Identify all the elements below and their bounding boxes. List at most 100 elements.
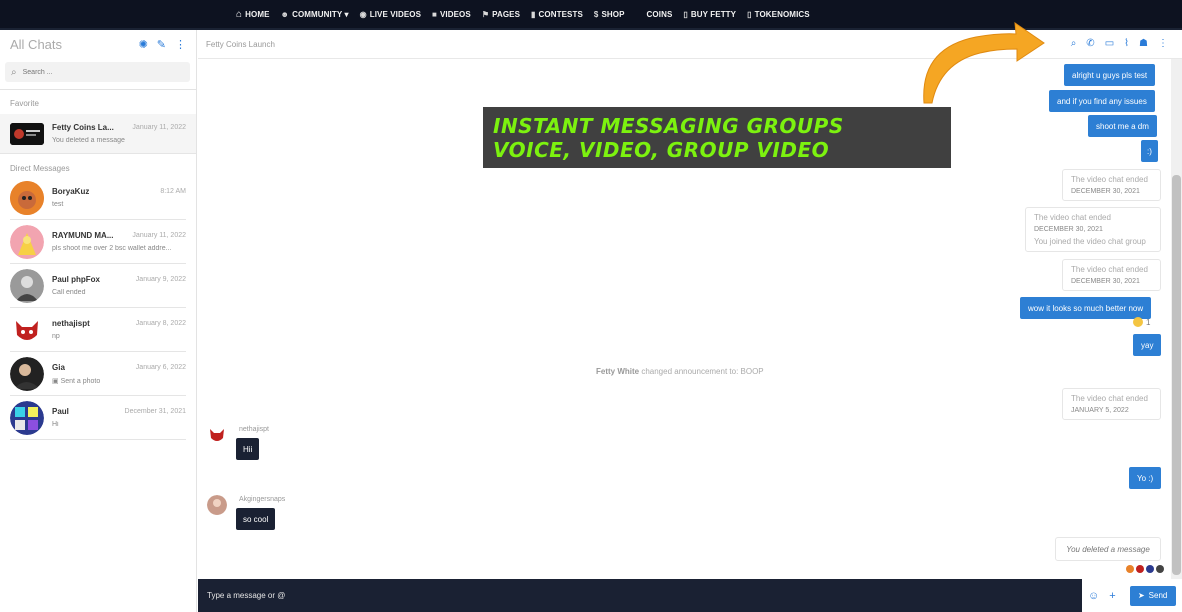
video-icon: ■ (432, 9, 437, 19)
arrow-graphic (923, 21, 1045, 104)
chat-item-fetty-coins-launch[interactable]: Fetty Coins La... January 11, 2022 You de… (0, 114, 196, 154)
community-icon: ☻ (280, 9, 290, 19)
nav-coins[interactable]: COINS (647, 10, 673, 19)
chat-name: Fetty Coins La... (52, 123, 114, 132)
message-outgoing[interactable]: yay (1133, 334, 1162, 356)
live-icon: ◉ (359, 9, 367, 19)
chat-preview: Call ended (52, 289, 86, 296)
dollar-icon: $ (593, 9, 599, 19)
nav-pages[interactable]: ⚑ PAGES (482, 10, 520, 19)
message-outgoing[interactable]: wow it looks so much better now (1020, 297, 1152, 319)
chat-name: RAYMUND MA... (52, 231, 114, 240)
nav-contests[interactable]: ▮ CONTESTS (531, 10, 583, 19)
scrollbar-thumb[interactable] (1172, 175, 1181, 575)
chat-sidebar: All Chats ✺ ✎ ⋮ ⌕ Favorite Fetty Coins L… (0, 30, 197, 612)
nav-live-videos[interactable]: ◉ LIVE VIDEOS (360, 10, 421, 19)
promo-banner: INSTANT MESSAGING GROUPS VOICE, VIDEO, G… (483, 107, 951, 168)
avatar (10, 312, 44, 347)
message-incoming[interactable]: Hii (236, 438, 260, 460)
deleted-message: You deleted a message (1055, 537, 1161, 561)
message-outgoing[interactable]: :) (1141, 140, 1158, 162)
video-chat-ended-notice: The video chat ended DECEMBER 30, 2021 (1062, 169, 1161, 201)
chat-item-paul[interactable]: Paul December 31, 2021 Hi (10, 396, 186, 440)
send-button[interactable]: ➤ Send (1129, 585, 1176, 606)
avatar (207, 495, 227, 515)
chat-preview: test (52, 201, 64, 208)
reaction-badge[interactable]: 1 (1133, 317, 1150, 327)
banner-line-2: VOICE, VIDEO, GROUP VIDEO (493, 138, 830, 162)
banner-line-1: INSTANT MESSAGING GROUPS (493, 114, 844, 138)
chat-date: January 11, 2022 (132, 124, 186, 131)
video-chat-ended-notice: The video chat ended DECEMBER 30, 2021 Y… (1025, 207, 1161, 252)
search-icon: ⌕ (11, 66, 17, 78)
sidebar-title: All Chats (10, 36, 63, 52)
message-incoming[interactable]: so cool (236, 508, 276, 530)
group-icon[interactable]: ✺ (139, 38, 148, 51)
chat-date: January 8, 2022 (135, 320, 186, 327)
chat-date: January 11, 2022 (132, 232, 186, 239)
nav-shop[interactable]: $ SHOP (594, 10, 625, 19)
message-outgoing[interactable]: Yo :) (1129, 467, 1162, 489)
chat-preview: Hi (52, 421, 59, 428)
search-box: ⌕ (5, 62, 190, 82)
composer-tools: ☺ + ➤ Send (1082, 579, 1182, 612)
read-receipts (1126, 565, 1164, 573)
sidebar-header: All Chats ✺ ✎ ⋮ (0, 30, 196, 58)
avatar (10, 268, 44, 303)
message-composer (198, 579, 1082, 612)
chat-name: nethajispt (52, 319, 90, 328)
chat-item-gia[interactable]: Gia January 6, 2022 ▣ Sent a photo (10, 352, 186, 396)
message-outgoing[interactable]: shoot me a dm (1088, 115, 1157, 137)
chat-preview: You deleted a message (52, 137, 125, 144)
chat-item-boryakuz[interactable]: BoryaKuz 8:12 AM test (10, 176, 186, 220)
phone-icon[interactable]: ✆ (1086, 38, 1094, 49)
home-icon: ⌂ (236, 8, 243, 20)
chat-name: BoryaKuz (52, 187, 90, 196)
chat-date: December 31, 2021 (124, 408, 186, 415)
send-icon: ➤ (1137, 591, 1145, 600)
chat-preview: pls shoot me over 2 bsc wallet addre... (52, 245, 172, 252)
chat-preview: Sent a photo (60, 377, 101, 385)
avatar (1156, 565, 1164, 573)
nav-community[interactable]: ☻ COMMUNITY ▾ (281, 10, 349, 19)
contest-icon: ▮ (531, 9, 536, 19)
message-outgoing[interactable]: and if you find any issues (1049, 90, 1155, 112)
emoji-icon[interactable]: ☺ (1088, 590, 1099, 602)
nav-buy-fetty[interactable]: ▯ BUY FETTY (683, 10, 736, 19)
document-icon: ▯ (747, 9, 752, 19)
nav-tokenomics[interactable]: ▯ TOKENOMICS (747, 10, 810, 19)
members-icon[interactable]: ☗ (1139, 38, 1148, 49)
emoji-icon (1133, 317, 1143, 327)
nav-home[interactable]: ⌂ HOME (236, 9, 270, 20)
video-call-icon[interactable]: ▭ (1105, 38, 1114, 49)
sender-name: nethajispt (239, 426, 269, 433)
video-chat-ended-notice: The video chat ended JANUARY 5, 2022 (1062, 388, 1161, 420)
video-chat-ended-notice: The video chat ended DECEMBER 30, 2021 (1062, 259, 1161, 291)
more-vertical-icon[interactable]: ⋮ (175, 38, 186, 51)
avatar (10, 400, 44, 435)
attachment-icon[interactable]: ⌇ (1124, 38, 1129, 49)
sender-name: Akgingersnaps (239, 496, 286, 503)
chat-name: Gia (52, 362, 65, 372)
search-input[interactable] (22, 68, 173, 76)
direct-messages-section-label: Direct Messages (10, 164, 70, 173)
plus-icon[interactable]: + (1109, 590, 1115, 602)
chat-item-raymund[interactable]: RAYMUND MA... January 11, 2022 pls shoot … (10, 220, 186, 264)
nav-videos[interactable]: ■ VIDEOS (432, 10, 471, 19)
document-icon: ▯ (683, 9, 688, 19)
compose-icon[interactable]: ✎ (157, 38, 166, 51)
flag-icon: ⚑ (481, 9, 490, 19)
chat-item-paul-phpfox[interactable]: Paul phpFox January 9, 2022 Call ended (10, 264, 186, 308)
avatar (10, 356, 44, 391)
message-input[interactable] (207, 591, 1007, 600)
avatar (10, 122, 44, 145)
photo-icon: ▣ (52, 377, 61, 385)
message-outgoing[interactable]: alright u guys pls test (1064, 64, 1156, 86)
avatar (10, 180, 44, 215)
chat-item-nethajispt[interactable]: nethajispt January 8, 2022 np (10, 308, 186, 352)
announcement-notice: Fetty White changed announcement to: BOO… (596, 367, 764, 376)
more-vertical-icon[interactable]: ⋮ (1158, 38, 1168, 49)
avatar (10, 224, 44, 259)
avatar (1126, 565, 1134, 573)
search-icon[interactable]: ⌕ (1071, 38, 1077, 49)
